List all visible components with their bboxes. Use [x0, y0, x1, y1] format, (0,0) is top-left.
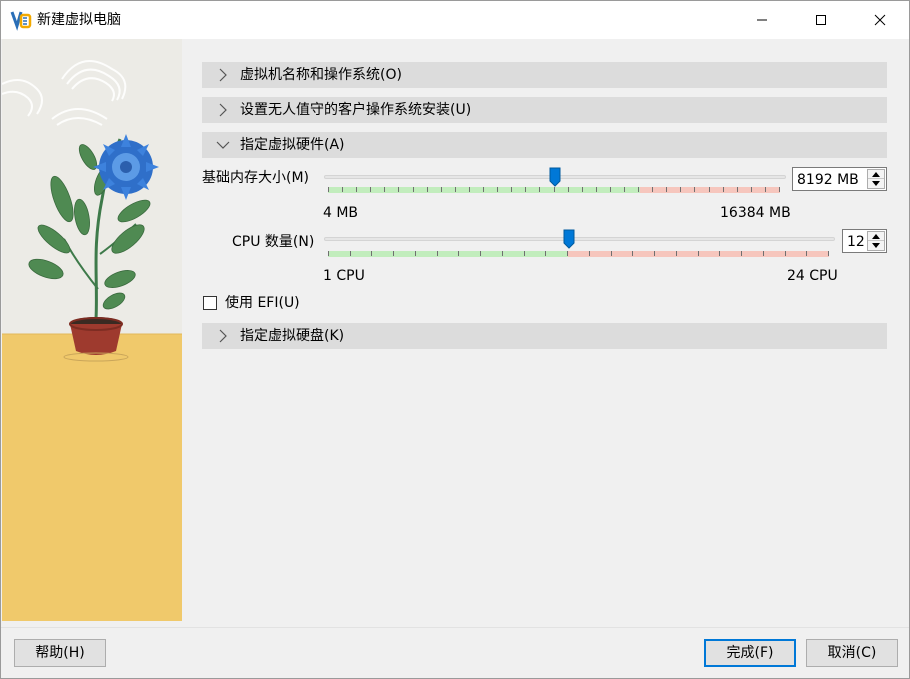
cpu-decrement-button[interactable] — [868, 241, 884, 250]
close-button[interactable] — [857, 1, 903, 39]
chevron-right-icon — [219, 103, 227, 117]
memory-decrement-button[interactable] — [868, 179, 884, 188]
new-vm-dialog: 新建虚拟电脑 虚拟机名称和操作系统(O) 设置无人值守的客户操作系统安装(U) … — [0, 0, 910, 679]
cpu-spin-arrows — [867, 231, 885, 251]
cpu-slider-track[interactable] — [324, 237, 835, 241]
arrow-up-icon — [872, 233, 880, 239]
chevron-right-icon — [219, 68, 227, 82]
memory-spinbox[interactable]: 8192 MB — [792, 167, 887, 191]
section-hardware[interactable]: 指定虚拟硬件(A) — [202, 132, 887, 158]
window-title: 新建虚拟电脑 — [37, 12, 121, 28]
section-name-os[interactable]: 虚拟机名称和操作系统(O) — [202, 62, 887, 88]
memory-min-label: 4 MB — [323, 205, 359, 221]
chevron-down-icon — [216, 141, 230, 149]
help-button[interactable]: 帮助(H) — [14, 639, 106, 667]
section-hard-disk[interactable]: 指定虚拟硬盘(K) — [202, 323, 887, 349]
section-label: 虚拟机名称和操作系统(O) — [240, 67, 402, 83]
memory-increment-button[interactable] — [868, 170, 884, 179]
maximize-icon — [816, 15, 826, 25]
title-bar[interactable]: 新建虚拟电脑 — [1, 1, 909, 39]
cpu-slider-thumb[interactable] — [563, 229, 575, 249]
close-icon — [874, 14, 886, 26]
flower-pot-illustration — [2, 39, 182, 621]
minimize-button[interactable] — [739, 1, 785, 39]
cpu-value: 12 — [847, 234, 865, 250]
virtualbox-logo-icon — [10, 11, 32, 31]
memory-max-label: 16384 MB — [720, 205, 791, 221]
finish-button[interactable]: 完成(F) — [704, 639, 796, 667]
arrow-down-icon — [872, 243, 880, 248]
cpu-spinbox[interactable]: 12 — [842, 229, 887, 253]
arrow-up-icon — [872, 171, 880, 177]
memory-value: 8192 MB — [797, 172, 859, 188]
efi-label[interactable]: 使用 EFI(U) — [225, 294, 300, 312]
section-label: 指定虚拟硬件(A) — [240, 137, 345, 153]
section-label: 指定虚拟硬盘(K) — [240, 328, 345, 344]
section-unattended-install[interactable]: 设置无人值守的客户操作系统安装(U) — [202, 97, 887, 123]
memory-label: 基础内存大小(M) — [202, 170, 310, 186]
cpu-max-label: 24 CPU — [787, 268, 838, 284]
section-label: 设置无人值守的客户操作系统安装(U) — [240, 102, 472, 118]
maximize-button[interactable] — [798, 1, 844, 39]
cpu-ticks — [328, 251, 829, 256]
minimize-icon — [757, 19, 767, 21]
cpu-increment-button[interactable] — [868, 232, 884, 241]
cpu-label: CPU 数量(N) — [232, 234, 315, 250]
memory-slider-thumb[interactable] — [549, 167, 561, 187]
memory-ticks — [328, 187, 780, 192]
cancel-button[interactable]: 取消(C) — [806, 639, 898, 667]
chevron-right-icon — [219, 329, 227, 343]
efi-checkbox[interactable] — [203, 296, 217, 310]
arrow-down-icon — [872, 181, 880, 186]
cpu-min-label: 1 CPU — [323, 268, 365, 284]
memory-spin-arrows — [867, 169, 885, 189]
